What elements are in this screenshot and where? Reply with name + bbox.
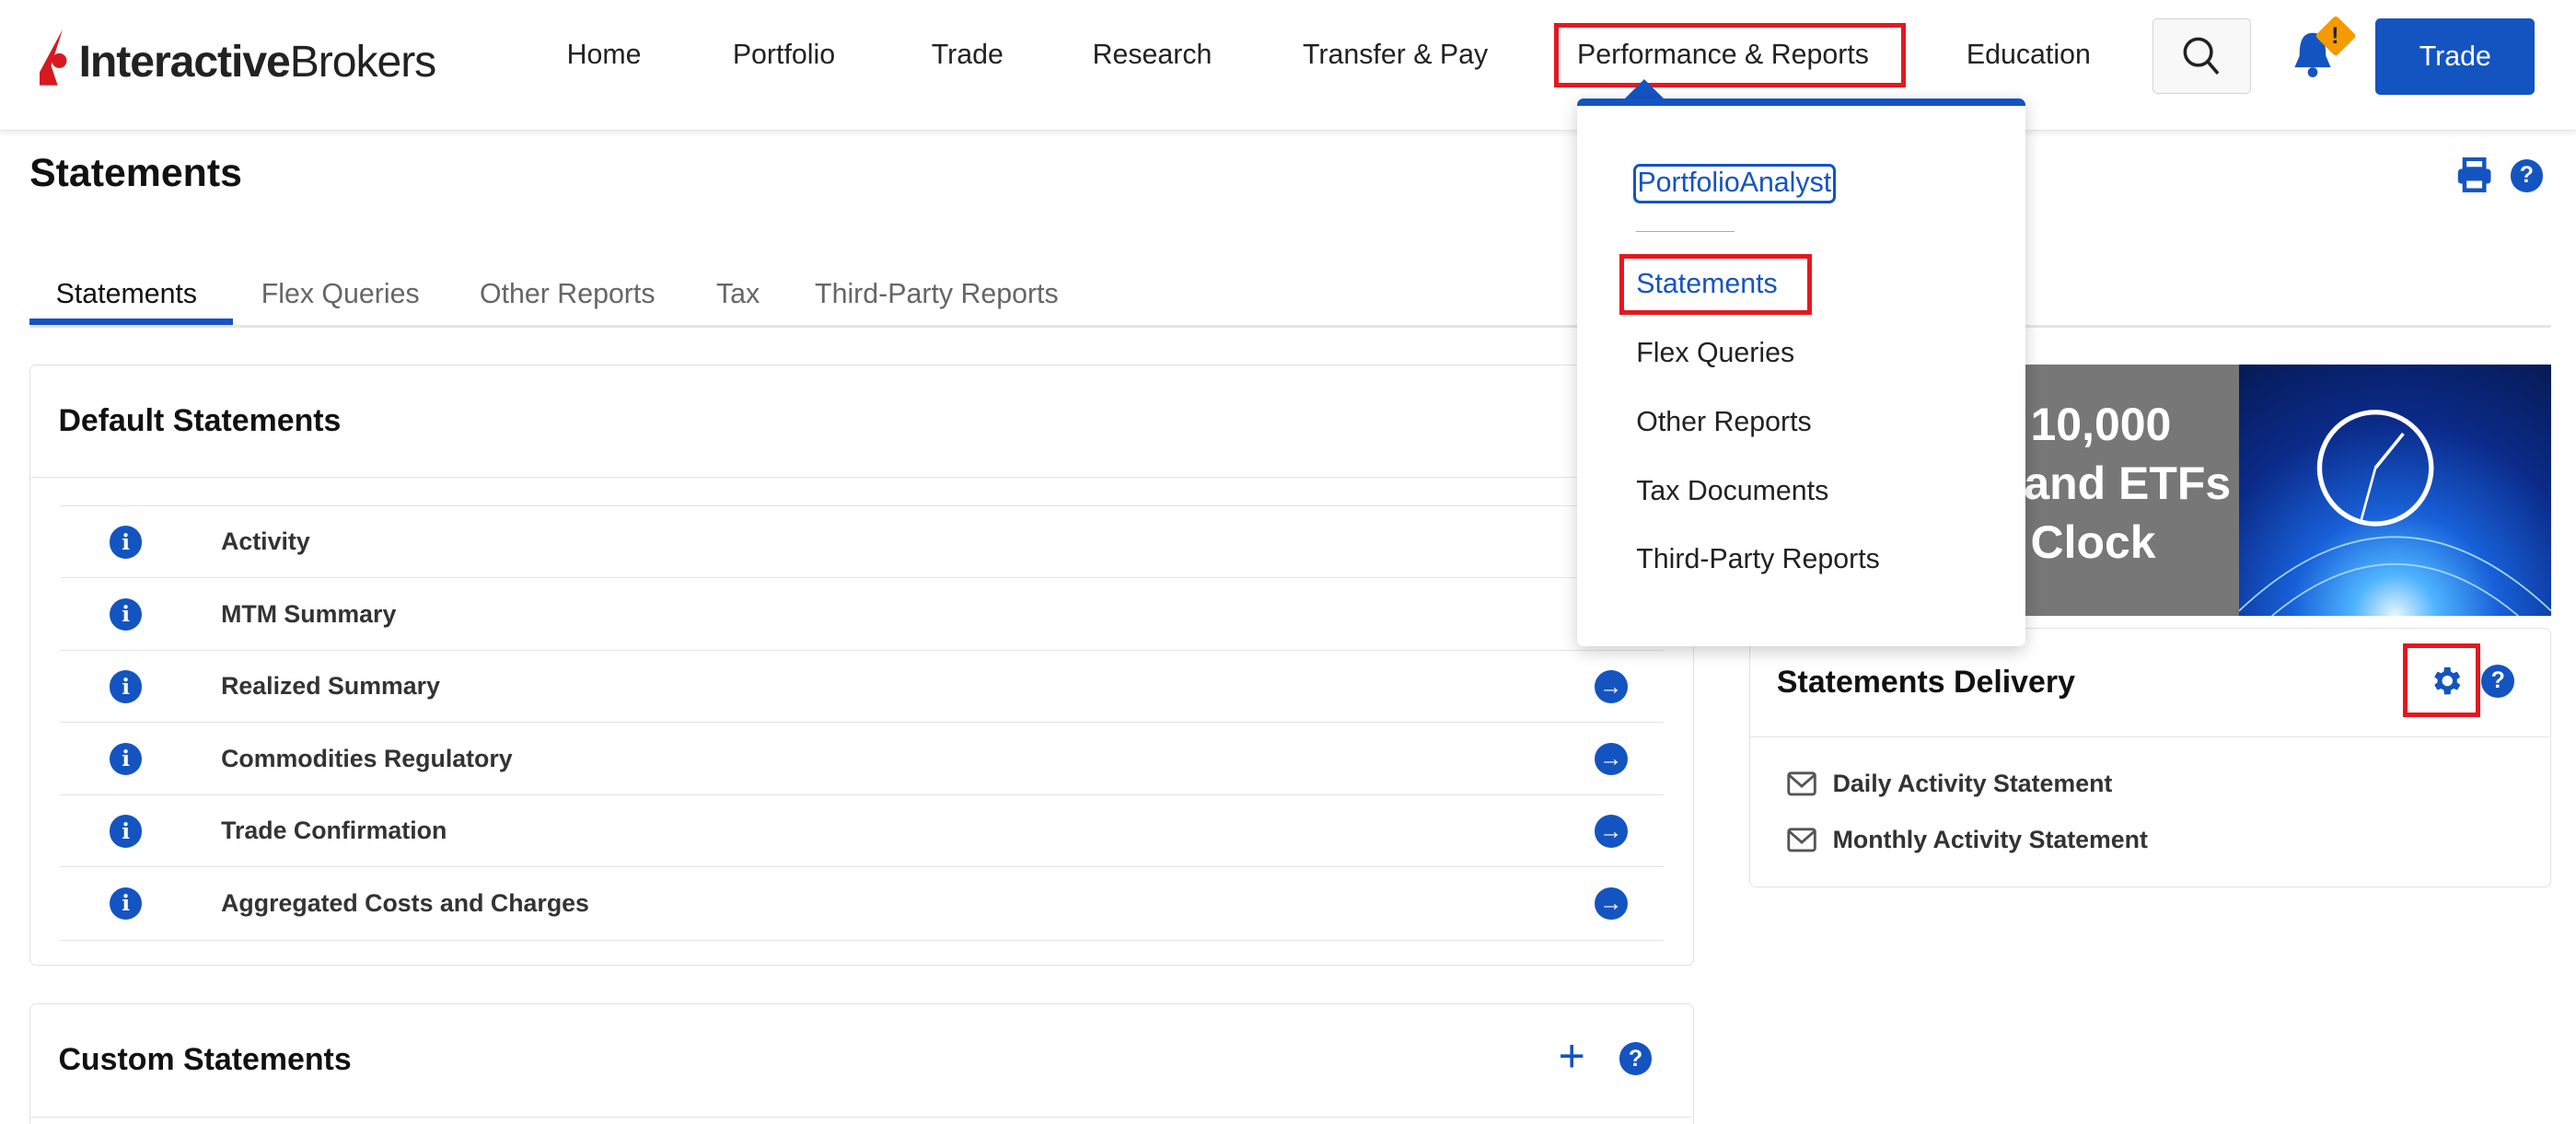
logo-text: InteractiveBrokers (78, 36, 437, 87)
add-icon[interactable]: + (1559, 1033, 1585, 1080)
banner-image (2238, 365, 2552, 617)
promo-banner[interactable]: 10,000 and ETFs Clock (2024, 365, 2552, 617)
nav-home[interactable]: Home (567, 40, 642, 71)
arrow-right-icon[interactable]: → (1594, 742, 1628, 776)
info-icon[interactable]: i (109, 526, 143, 559)
print-button[interactable] (2456, 156, 2492, 193)
clock-globe-illustration (2238, 410, 2552, 617)
nav-education[interactable]: Education (1967, 40, 2091, 71)
arrow-right-icon[interactable]: → (1594, 886, 1628, 921)
print-icon (2457, 156, 2491, 193)
divider (1750, 736, 2549, 737)
delivery-item-label: Monthly Activity Statement (1832, 825, 2148, 853)
info-icon[interactable]: i (109, 597, 143, 632)
nav-transfer-pay[interactable]: Transfer & Pay (1303, 40, 1488, 71)
page-help-icon[interactable]: ? (2510, 159, 2544, 192)
dropdown-item-other-reports[interactable]: Other Reports (1636, 407, 1811, 438)
dropdown-item-tax-documents[interactable]: Tax Documents (1636, 476, 1828, 507)
statement-row-realized-summary[interactable]: i Realized Summary → (60, 649, 1664, 724)
mail-icon (1786, 828, 1816, 852)
logo[interactable]: InteractiveBrokers (39, 19, 437, 87)
custom-statements-card: Custom Statements + ? (29, 1003, 1694, 1124)
nav-portfolio[interactable]: Portfolio (733, 40, 835, 71)
warning-badge-text: ! (2331, 22, 2339, 49)
info-icon[interactable]: i (109, 670, 143, 703)
logo-mark-icon (39, 29, 67, 86)
row-label: Activity (221, 527, 310, 555)
row-label: MTM Summary (221, 599, 397, 628)
search-icon (2183, 38, 2220, 75)
statements-delivery-title: Statements Delivery (1776, 664, 2075, 700)
statement-row-aggregated-costs[interactable]: i Aggregated Costs and Charges → (60, 866, 1664, 941)
delivery-item-daily[interactable]: Daily Activity Statement (1786, 770, 2113, 798)
statement-row-mtm-summary[interactable]: i MTM Summary → (60, 577, 1664, 651)
performance-reports-dropdown: PortfolioAnalyst Statements Flex Queries… (1577, 98, 2026, 647)
notifications-button[interactable]: ! (2290, 15, 2358, 82)
tab-other-reports[interactable]: Other Reports (480, 279, 655, 310)
divider (30, 1116, 1692, 1118)
statement-row-commodities-regulatory[interactable]: i Commodities Regulatory → (60, 722, 1664, 795)
annotation-highlight-settings (2402, 643, 2480, 717)
dropdown-item-flex-queries[interactable]: Flex Queries (1636, 338, 1794, 369)
nav-research[interactable]: Research (1093, 40, 1213, 71)
custom-statements-title: Custom Statements (58, 1042, 352, 1078)
banner-line-2: and ETFs (2024, 458, 2232, 510)
tab-bar: Statements Flex Queries Other Reports Ta… (29, 263, 2552, 329)
delivery-item-label: Daily Activity Statement (1832, 770, 2113, 798)
tab-statements[interactable]: Statements (56, 279, 197, 310)
tab-third-party-reports[interactable]: Third-Party Reports (815, 279, 1059, 310)
row-label: Realized Summary (221, 672, 440, 700)
default-statements-card: Default Statements i Activity → i MTM Su… (29, 365, 1694, 967)
trade-button[interactable]: Trade (2375, 17, 2535, 96)
statements-delivery-card: Statements Delivery ? Daily Activity Sta… (1749, 627, 2552, 887)
tab-tax[interactable]: Tax (716, 279, 760, 310)
info-icon[interactable]: i (109, 815, 143, 848)
page-title: Statements (29, 151, 242, 196)
default-statements-title: Default Statements (58, 403, 342, 439)
annotation-highlight-statements (1619, 253, 1813, 315)
dropdown-caret (1624, 79, 1664, 98)
delivery-help-icon[interactable]: ? (2481, 664, 2515, 698)
dropdown-divider (1636, 230, 1735, 232)
banner-line-1: 10,000 (2030, 398, 2172, 450)
divider (30, 477, 1692, 479)
active-tab-indicator (29, 319, 234, 326)
annotation-highlight-nav (1554, 22, 1906, 87)
stage: InteractiveBrokers Home Portfolio Trade … (0, 0, 2576, 1124)
statement-row-activity[interactable]: i Activity → (60, 504, 1664, 579)
search-button[interactable] (2152, 17, 2251, 94)
arrow-right-icon[interactable]: → (1594, 815, 1628, 848)
dropdown-item-third-party-reports[interactable]: Third-Party Reports (1636, 544, 1880, 575)
row-label: Aggregated Costs and Charges (221, 888, 589, 917)
banner-line-3: Clock (2030, 516, 2156, 569)
nav-trade[interactable]: Trade (932, 40, 1004, 71)
info-icon[interactable]: i (109, 886, 143, 921)
statement-row-trade-confirmation[interactable]: i Trade Confirmation → (60, 794, 1664, 868)
custom-help-icon[interactable]: ? (1619, 1042, 1653, 1075)
tab-flex-queries[interactable]: Flex Queries (261, 279, 420, 310)
row-label: Trade Confirmation (221, 817, 447, 845)
info-icon[interactable]: i (109, 742, 143, 776)
dropdown-portfolioanalyst[interactable]: PortfolioAnalyst (1632, 163, 1836, 204)
arrow-right-icon[interactable]: → (1594, 670, 1628, 703)
row-label: Commodities Regulatory (221, 744, 513, 772)
mail-icon (1786, 771, 1816, 796)
delivery-item-monthly[interactable]: Monthly Activity Statement (1786, 825, 2148, 854)
